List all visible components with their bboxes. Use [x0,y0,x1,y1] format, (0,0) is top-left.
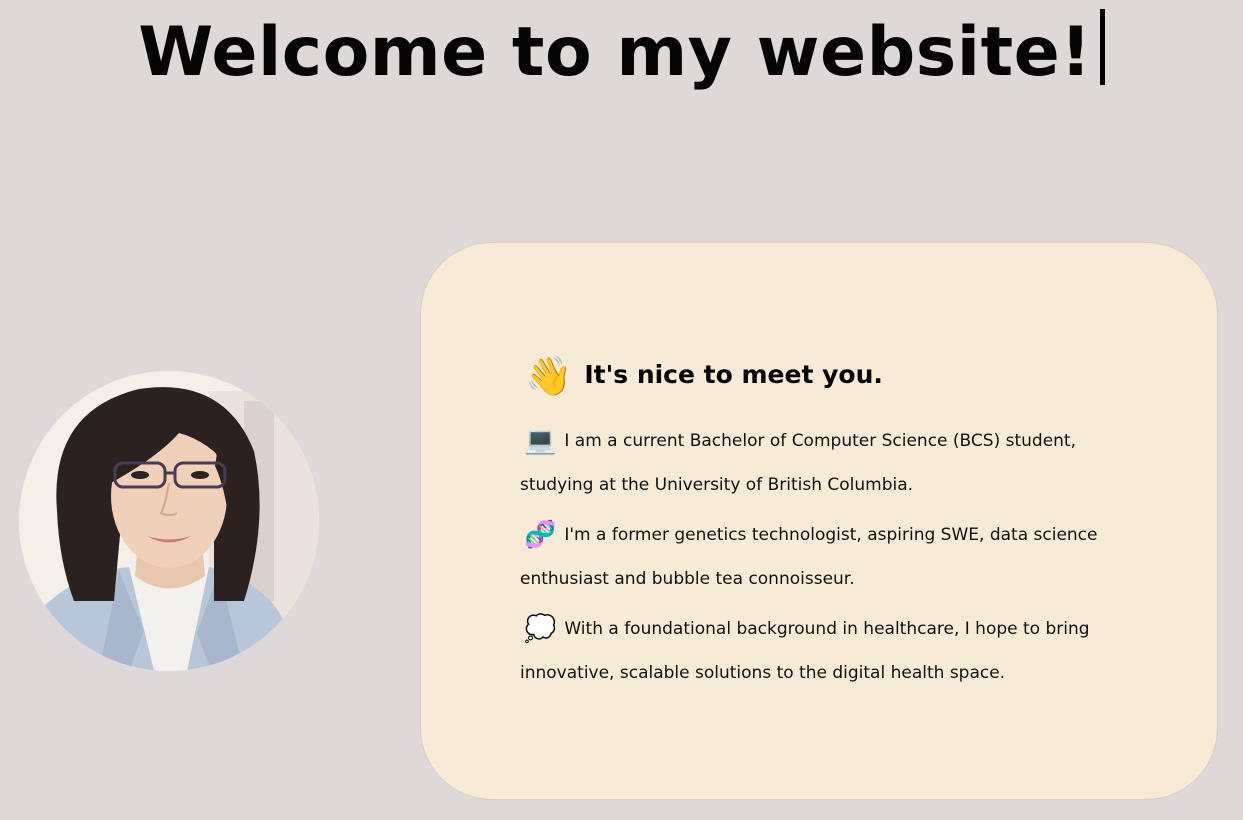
thought-bubble-icon: 💭 [524,614,557,644]
intro-paragraph-text: I am a current Bachelor of Computer Scie… [520,431,1076,495]
waving-hand-icon: 👋 [525,354,573,398]
intro-paragraph-education: 💻 I am a current Bachelor of Computer Sci… [520,419,1140,507]
intro-paragraph-text: I'm a former genetics technologist, aspi… [520,525,1098,589]
intro-paragraph-background: 🧬 I'm a former genetics technologist, asp… [520,513,1140,601]
intro-paragraph-goals: 💭 With a foundational background in healt… [520,607,1140,695]
hero-title: Welcome to my website! [0,8,1243,98]
typing-cursor [1099,9,1105,85]
hero-title-text: Welcome to my website! [138,13,1092,92]
page: Welcome to my website! 👋 It's nice to me… [0,0,1243,820]
avatar [19,371,319,671]
dna-icon: 🧬 [524,520,557,550]
greeting-text: It's nice to meet you. [584,360,883,389]
intro-paragraph-text: With a foundational background in health… [520,619,1090,683]
laptop-icon: 💻 [524,426,557,456]
intro-card: 👋 It's nice to meet you. 💻 I am a current … [420,242,1218,800]
greeting-heading: 👋 It's nice to meet you. [525,351,883,400]
avatar-photo [19,371,319,671]
